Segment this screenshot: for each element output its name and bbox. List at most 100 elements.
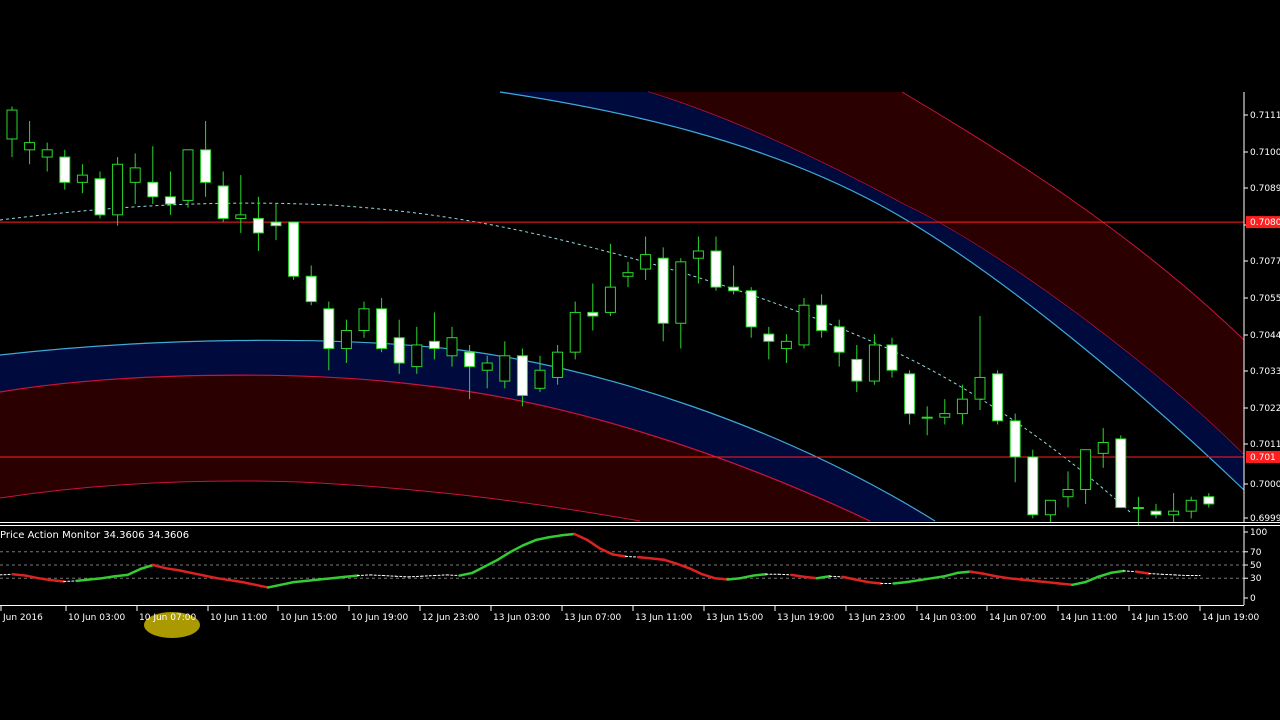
time-tick-label: 10 Jun 07:00 [139, 613, 196, 623]
candle-body-bullish [340, 329, 352, 350]
candle-body-bearish [657, 257, 669, 324]
indicator-segment [317, 576, 334, 581]
time-tick-label: 14 Jun 15:00 [1131, 613, 1188, 623]
candle-body-bearish [1150, 510, 1162, 516]
indicator-segment [1058, 582, 1074, 587]
candle [798, 297, 810, 349]
candle-body-bullish [534, 369, 546, 389]
indicator-segment [11, 572, 27, 577]
candle-body-bullish [1132, 507, 1144, 510]
candle-body-bullish [24, 142, 36, 151]
candle-body-bullish [6, 109, 18, 140]
candle-body-bearish [992, 373, 1004, 422]
indicator-segment [49, 578, 66, 583]
candle-body-bullish [939, 413, 951, 418]
candle-body-bearish [59, 156, 71, 183]
indicator-tick-label: 70 [1250, 548, 1262, 558]
candle-body-bullish [780, 340, 792, 350]
candle-body-bearish [1027, 456, 1039, 516]
candle-body-bullish [182, 149, 194, 201]
time-tick-label: 14 Jun 07:00 [989, 613, 1046, 623]
candle-body-bullish [1080, 449, 1092, 490]
price-tick-label: 0.7011 [1250, 440, 1280, 450]
indicator-tick-label: 30 [1250, 574, 1262, 584]
candle-body-bullish [499, 355, 511, 382]
candle-body-bullish [1168, 510, 1180, 516]
candle-body-bearish [904, 373, 916, 415]
candle-body-bullish [358, 308, 370, 331]
candle-body-bullish [921, 416, 933, 419]
candle-body-bullish [569, 311, 581, 353]
candle-body-bearish [94, 178, 106, 216]
indicator-segment [305, 578, 321, 583]
time-tick-label: 13 Jun 07:00 [564, 613, 621, 623]
indicator-tick-label: 100 [1250, 528, 1267, 538]
time-tick-label: 13 Jun 19:00 [777, 613, 834, 623]
candle-body-bullish [411, 344, 423, 368]
candle-body-bullish [552, 351, 564, 378]
price-tick-label: 0.7100 [1250, 148, 1280, 158]
candle-body-bullish [692, 250, 704, 259]
candle-body-bullish [604, 286, 616, 313]
candle [1115, 435, 1127, 509]
indicator-segment [713, 576, 729, 581]
price-tick-label: 0.7033 [1250, 367, 1280, 377]
indicator-segment [88, 576, 104, 581]
candle-body-bearish [164, 196, 176, 205]
candle-body-bullish [868, 344, 880, 382]
candle-body-bearish [323, 308, 335, 350]
candle-body-bullish [112, 163, 124, 216]
time-tick-label: 13 Jun 15:00 [706, 613, 763, 623]
time-tick-label: 13 Jun 23:00 [848, 613, 905, 623]
candle-body-bearish [833, 326, 845, 353]
candle-body-bearish [147, 181, 159, 198]
candle-body-bearish [763, 333, 775, 342]
indicator-segment [637, 555, 653, 560]
candle-body-bearish [376, 308, 388, 350]
candle-body-bearish [587, 311, 599, 317]
candle-body-bearish [428, 340, 440, 350]
indicator-segment [292, 579, 308, 584]
indicator-segment [330, 575, 346, 580]
candle-body-bearish [516, 355, 528, 397]
candle-body-bullish [974, 376, 986, 400]
candle-body-bullish [622, 272, 634, 277]
price-tick-label: 0.7089 [1250, 184, 1280, 194]
candle-body-bearish [1115, 438, 1127, 509]
candle-body-bearish [270, 221, 282, 227]
indicator-segment [1032, 579, 1049, 584]
indicator-segment [803, 575, 819, 580]
candle-body-bearish [745, 290, 757, 328]
candle-body-bearish [305, 275, 317, 303]
candle-body-bullish [675, 261, 687, 324]
candle-body-bearish [886, 344, 898, 371]
indicator-segment [956, 570, 972, 575]
time-tick-label: 14 Jun 03:00 [919, 613, 976, 623]
time-tick-label: 10 Jun 11:00 [210, 613, 267, 623]
candle [1027, 449, 1039, 519]
indicator-segment [560, 532, 576, 537]
time-tick-label: 10 Jun 15:00 [280, 613, 337, 623]
candle-body-bullish [640, 254, 652, 270]
candle-body-bearish [252, 217, 264, 234]
candle-body-bearish [1009, 420, 1021, 458]
indicator-segment [751, 572, 768, 577]
candle-body-bullish [1185, 499, 1197, 512]
candle-body-bearish [393, 337, 405, 364]
candle-body-bearish [1203, 496, 1215, 505]
indicator-segment [113, 573, 129, 578]
price-line-badge-label: 0.7080 [1250, 218, 1280, 228]
time-tick-label: 13 Jun 11:00 [635, 613, 692, 623]
candle-body-bullish [41, 149, 53, 158]
price-line-badge-label: 0.701 [1250, 453, 1276, 463]
candle-body-bullish [1062, 488, 1074, 498]
candle [182, 149, 194, 208]
price-tick-label: 0.7022 [1250, 404, 1280, 414]
candle [288, 221, 300, 280]
time-tick-label: 10 Jun 03:00 [68, 613, 125, 623]
time-tick-label: 14 Jun 19:00 [1202, 613, 1259, 623]
indicator-segment [649, 557, 666, 561]
candle-body-bullish [76, 174, 88, 183]
time-tick-label: 14 Jun 11:00 [1060, 613, 1117, 623]
trading-chart[interactable]: 0.71110.71000.70890.7080.70770.70550.704… [0, 0, 1280, 720]
